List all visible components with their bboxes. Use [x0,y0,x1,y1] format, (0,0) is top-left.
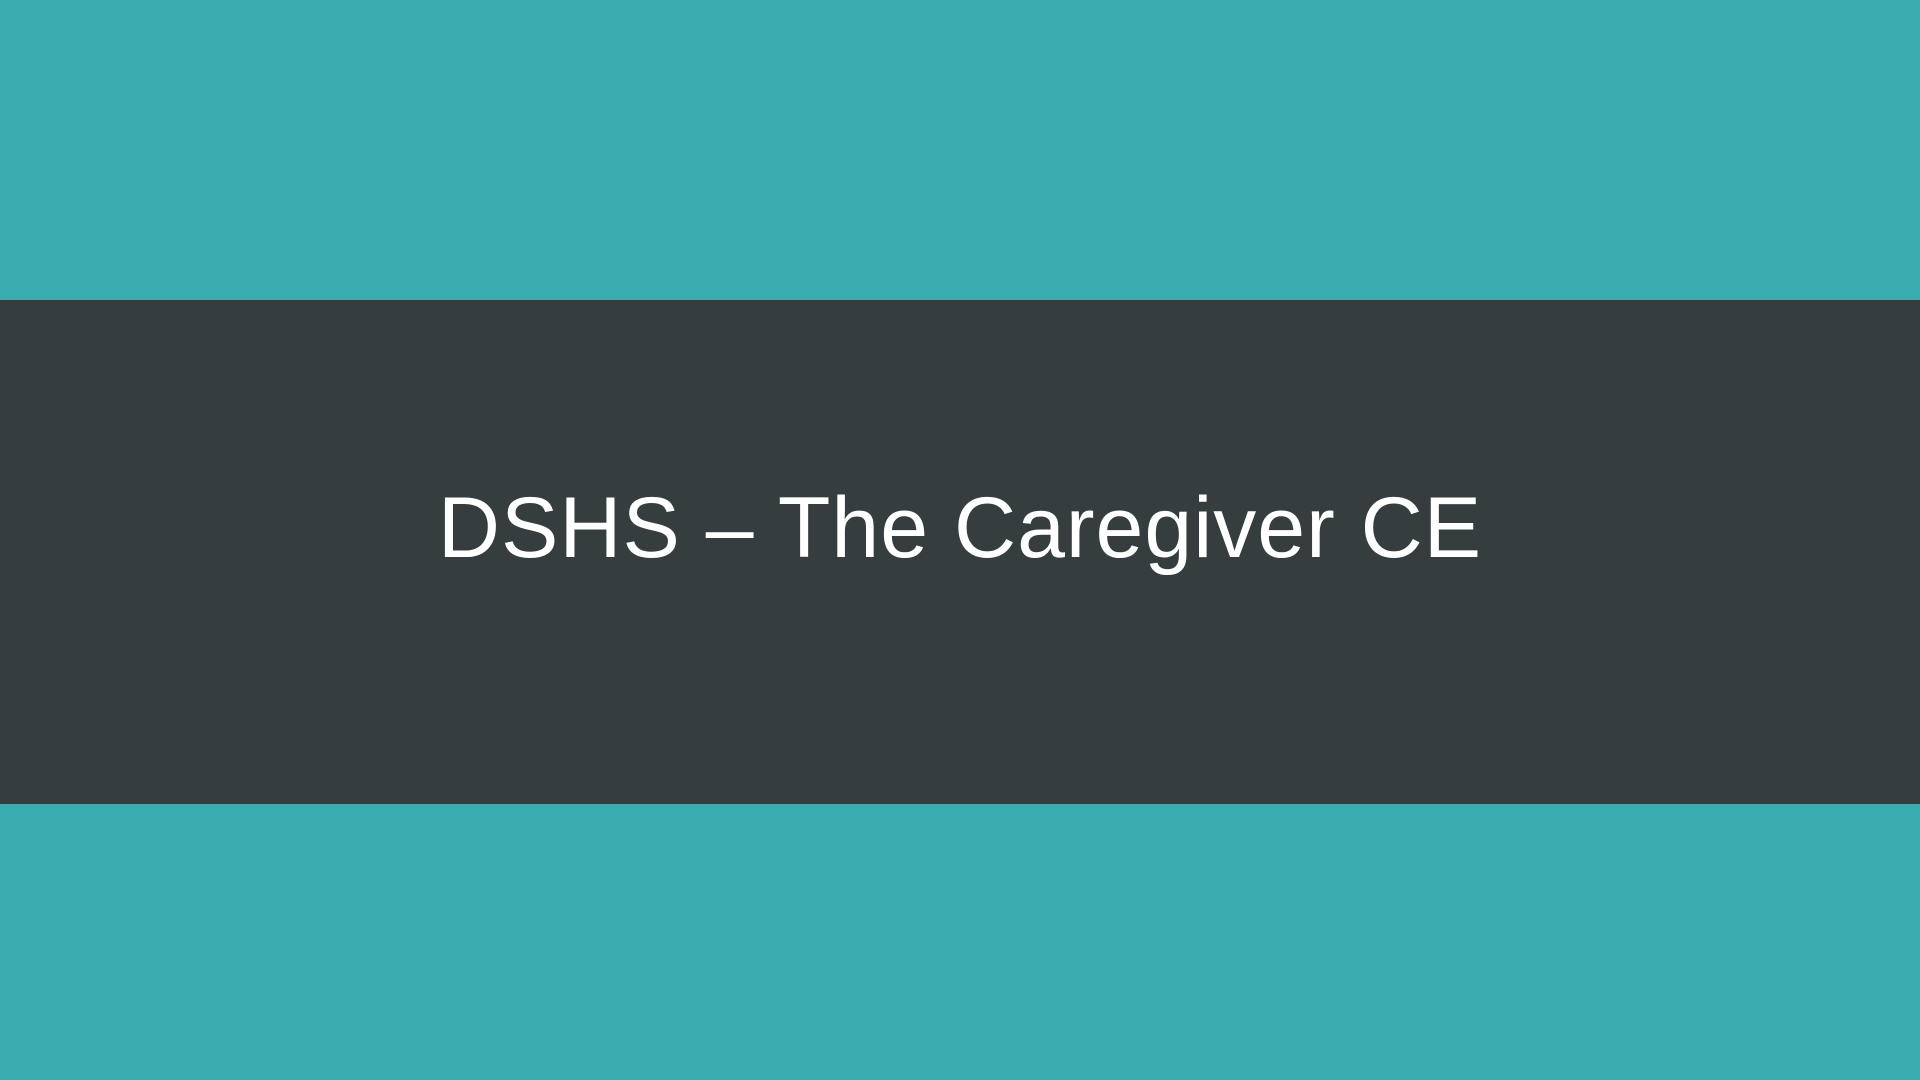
title-band: DSHS – The Caregiver CE [0,300,1920,804]
slide: DSHS – The Caregiver CE [0,0,1920,1080]
slide-title: DSHS – The Caregiver CE [437,479,1483,576]
